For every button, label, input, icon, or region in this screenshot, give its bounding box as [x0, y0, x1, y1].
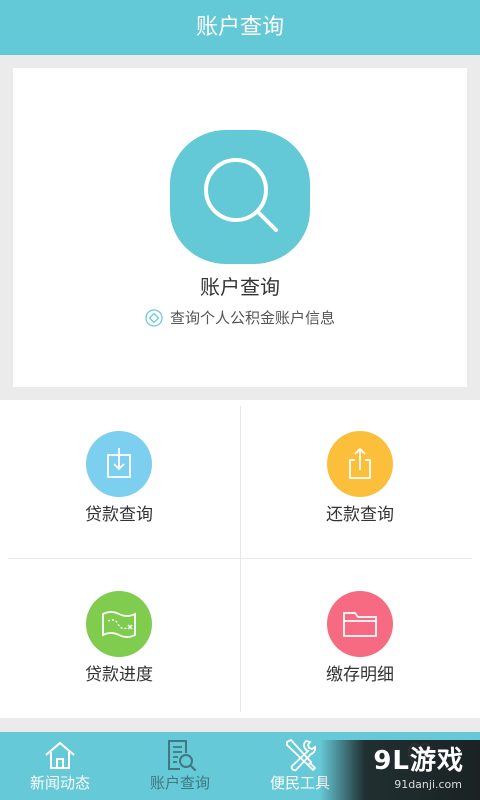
- document-search-icon: [162, 737, 198, 773]
- card-subtitle-text: 查询个人公积金账户信息: [169, 309, 335, 327]
- loan-progress-label: 贷款进度: [85, 665, 153, 685]
- loan-query-button[interactable]: 贷款查询: [0, 400, 240, 558]
- nav-item-news[interactable]: 新闻动态: [0, 732, 120, 800]
- folder-icon: [327, 591, 393, 657]
- tools-icon: [282, 737, 318, 773]
- nav-label-news: 新闻动态: [29, 774, 90, 792]
- deposit-detail-label: 缴存明细: [326, 665, 394, 685]
- deposit-detail-button[interactable]: 缴存明细: [240, 560, 480, 718]
- watermark-site: 91danji.com: [394, 778, 462, 791]
- download-icon: [86, 431, 152, 497]
- nav-item-account[interactable]: 账户查询: [120, 732, 240, 800]
- map-icon: [86, 591, 152, 657]
- upload-icon: [327, 431, 393, 497]
- app-screen: 账户查询 账户查询 查询个人公积金账户信息 贷款查询 还款查询 贷款进度 缴存明…: [0, 0, 480, 800]
- search-icon[interactable]: [170, 130, 310, 264]
- loan-progress-button[interactable]: 贷款进度: [0, 560, 240, 718]
- page-title: 账户查询: [195, 15, 284, 40]
- watermark: 9L游戏 91danji.com: [320, 740, 480, 800]
- bottom-navigation: 新闻动态 账户查询 便民工具 9L游戏 91danji.com: [0, 732, 480, 800]
- nav-label-account: 账户查询: [149, 774, 210, 792]
- repayment-query-button[interactable]: 还款查询: [240, 400, 480, 558]
- loan-query-label: 贷款查询: [85, 505, 153, 525]
- card-subtitle: 查询个人公积金账户信息: [13, 308, 467, 328]
- repayment-query-label: 还款查询: [326, 505, 394, 525]
- function-grid: 贷款查询 还款查询 贷款进度 缴存明细: [0, 400, 480, 718]
- account-query-card[interactable]: 账户查询 查询个人公积金账户信息: [13, 68, 467, 387]
- home-icon: [42, 737, 78, 773]
- diamond-icon: [145, 309, 163, 327]
- card-title: 账户查询: [200, 275, 280, 299]
- app-header: 账户查询: [0, 0, 480, 55]
- watermark-logo: 9L游戏: [373, 746, 464, 776]
